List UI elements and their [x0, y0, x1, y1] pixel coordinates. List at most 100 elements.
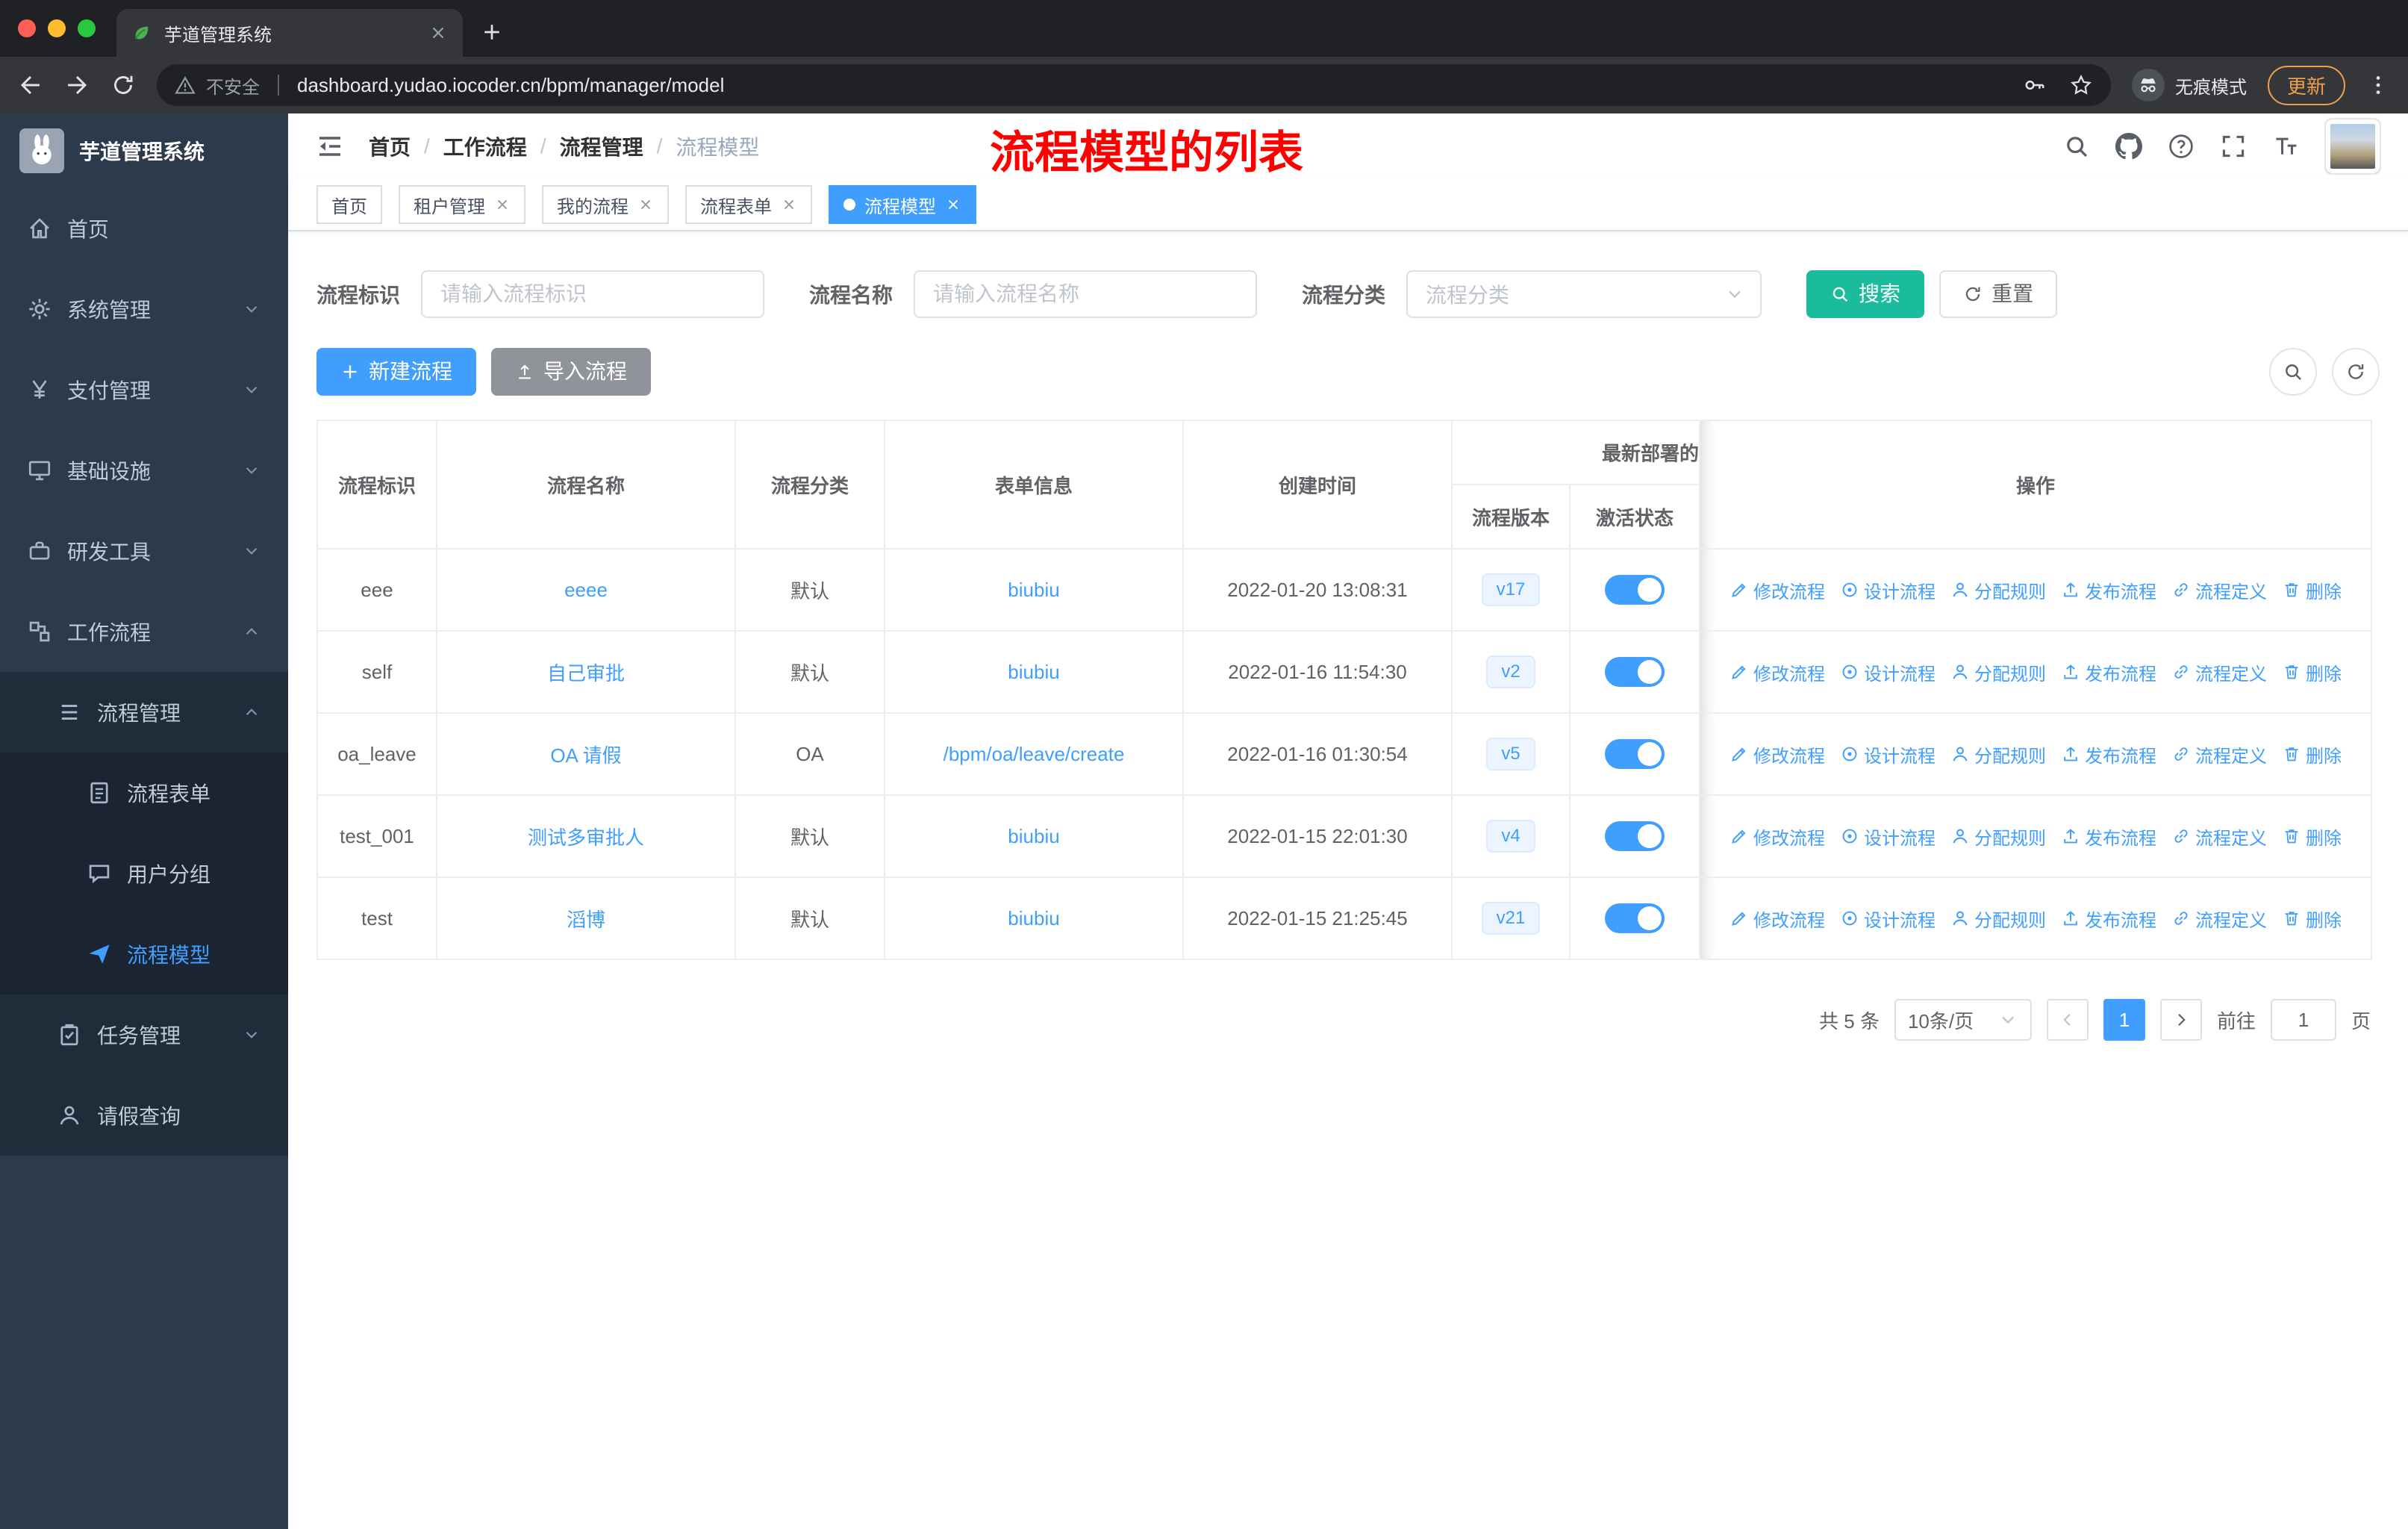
new-tab-button[interactable]: [481, 21, 503, 43]
close-icon[interactable]: [494, 196, 511, 213]
goto-page-input[interactable]: [2270, 999, 2336, 1041]
reset-button[interactable]: 重置: [1939, 270, 2058, 318]
page-size-select[interactable]: 10条/页: [1894, 999, 2032, 1041]
assign-rule-link[interactable]: 分配规则: [1950, 741, 2046, 767]
url-bar[interactable]: 不安全 dashboard.yudao.iocoder.cn/bpm/manag…: [157, 64, 2111, 106]
delete-link[interactable]: 删除: [2282, 659, 2342, 685]
modify-process-link[interactable]: 修改流程: [1729, 906, 1825, 932]
modify-process-link[interactable]: 修改流程: [1729, 577, 1825, 603]
github-icon[interactable]: [2115, 133, 2142, 160]
sidebar-item-payment-mgmt[interactable]: 支付管理: [0, 349, 288, 430]
active-status-toggle[interactable]: [1605, 821, 1665, 851]
active-status-toggle[interactable]: [1605, 903, 1665, 933]
design-process-link[interactable]: 设计流程: [1840, 741, 1936, 767]
publish-process-link[interactable]: 发布流程: [2061, 741, 2156, 767]
breadcrumb-workflow[interactable]: 工作流程: [443, 131, 527, 161]
form-info-link[interactable]: biubiu: [1008, 825, 1059, 847]
toggle-search-button[interactable]: [2269, 348, 2317, 396]
window-minimize-button[interactable]: [48, 19, 66, 37]
sidebar-item-process-mgmt[interactable]: 流程管理: [0, 672, 288, 753]
process-category-select[interactable]: 流程分类: [1406, 270, 1762, 318]
delete-link[interactable]: 删除: [2282, 741, 2342, 767]
browser-tab[interactable]: 芋道管理系统: [116, 9, 463, 57]
process-name-link[interactable]: eeee: [564, 579, 608, 601]
refresh-table-button[interactable]: [2332, 348, 2380, 396]
process-name-link[interactable]: 测试多审批人: [528, 826, 644, 849]
process-id-input[interactable]: [421, 270, 765, 318]
publish-process-link[interactable]: 发布流程: [2061, 906, 2156, 932]
design-process-link[interactable]: 设计流程: [1840, 823, 1936, 850]
sidebar-item-process-form[interactable]: 流程表单: [0, 753, 288, 833]
help-icon[interactable]: [2168, 133, 2195, 160]
search-button[interactable]: 搜索: [1806, 270, 1925, 318]
fullscreen-icon[interactable]: [2220, 133, 2247, 160]
user-avatar[interactable]: [2324, 118, 2381, 175]
close-icon[interactable]: [781, 196, 797, 213]
assign-rule-link[interactable]: 分配规则: [1950, 823, 2046, 850]
assign-rule-link[interactable]: 分配规则: [1950, 906, 2046, 932]
design-process-link[interactable]: 设计流程: [1840, 577, 1936, 603]
form-info-link[interactable]: /bpm/oa/leave/create: [943, 743, 1125, 765]
sidebar-item-task-mgmt[interactable]: 任务管理: [0, 994, 288, 1075]
tag-my-process[interactable]: 我的流程: [542, 185, 669, 224]
font-size-icon[interactable]: [2272, 133, 2299, 160]
sidebar-item-infrastructure[interactable]: 基础设施: [0, 430, 288, 511]
sidebar-item-user-group[interactable]: 用户分组: [0, 833, 288, 914]
sidebar-item-home[interactable]: 首页: [0, 188, 288, 269]
active-status-toggle[interactable]: [1605, 739, 1665, 769]
modify-process-link[interactable]: 修改流程: [1729, 823, 1825, 850]
tag-process-model[interactable]: 流程模型: [829, 185, 976, 224]
sidebar-item-leave-query[interactable]: 请假查询: [0, 1075, 288, 1156]
form-info-link[interactable]: biubiu: [1008, 579, 1059, 601]
browser-update-button[interactable]: 更新: [2267, 65, 2345, 105]
assign-rule-link[interactable]: 分配规则: [1950, 577, 2046, 603]
process-definition-link[interactable]: 流程定义: [2171, 741, 2267, 767]
page-1-button[interactable]: 1: [2103, 999, 2145, 1041]
tag-process-form[interactable]: 流程表单: [685, 185, 812, 224]
active-status-toggle[interactable]: [1605, 575, 1665, 605]
sidebar-fold-icon[interactable]: [315, 131, 345, 161]
process-definition-link[interactable]: 流程定义: [2171, 577, 2267, 603]
create-process-button[interactable]: 新建流程: [316, 348, 477, 396]
tag-home[interactable]: 首页: [316, 185, 382, 224]
browser-menu-icon[interactable]: [2366, 73, 2390, 97]
search-icon[interactable]: [2063, 133, 2090, 160]
not-secure-icon[interactable]: [175, 75, 196, 96]
breadcrumb-process-mgmt[interactable]: 流程管理: [560, 131, 643, 161]
breadcrumb-home[interactable]: 首页: [369, 131, 411, 161]
sidebar-item-system-mgmt[interactable]: 系统管理: [0, 269, 288, 349]
publish-process-link[interactable]: 发布流程: [2061, 659, 2156, 685]
forward-icon[interactable]: [64, 72, 90, 98]
reload-icon[interactable]: [110, 72, 136, 98]
delete-link[interactable]: 删除: [2282, 823, 2342, 850]
sidebar-item-dev-tools[interactable]: 研发工具: [0, 511, 288, 591]
back-icon[interactable]: [18, 72, 43, 98]
sidebar-item-workflow[interactable]: 工作流程: [0, 591, 288, 672]
prev-page-button[interactable]: [2046, 999, 2089, 1041]
assign-rule-link[interactable]: 分配规则: [1950, 659, 2046, 685]
bookmark-star-icon[interactable]: [2069, 73, 2093, 97]
close-icon[interactable]: [945, 196, 961, 213]
process-name-link[interactable]: OA 请假: [550, 744, 621, 767]
key-icon[interactable]: [2023, 73, 2047, 97]
tag-tenant-mgmt[interactable]: 租户管理: [399, 185, 525, 224]
modify-process-link[interactable]: 修改流程: [1729, 741, 1825, 767]
close-icon[interactable]: [637, 196, 654, 213]
next-page-button[interactable]: [2159, 999, 2202, 1041]
design-process-link[interactable]: 设计流程: [1840, 906, 1936, 932]
window-maximize-button[interactable]: [78, 19, 96, 37]
process-definition-link[interactable]: 流程定义: [2171, 659, 2267, 685]
publish-process-link[interactable]: 发布流程: [2061, 823, 2156, 850]
process-definition-link[interactable]: 流程定义: [2171, 823, 2267, 850]
delete-link[interactable]: 删除: [2282, 906, 2342, 932]
publish-process-link[interactable]: 发布流程: [2061, 577, 2156, 603]
form-info-link[interactable]: biubiu: [1008, 907, 1059, 929]
process-name-link[interactable]: 自己审批: [547, 662, 625, 685]
form-info-link[interactable]: biubiu: [1008, 661, 1059, 683]
design-process-link[interactable]: 设计流程: [1840, 659, 1936, 685]
tab-close-icon[interactable]: [428, 23, 448, 43]
sidebar-item-process-model[interactable]: 流程模型: [0, 914, 288, 994]
active-status-toggle[interactable]: [1605, 657, 1665, 687]
process-name-input[interactable]: [914, 270, 1258, 318]
process-name-link[interactable]: 滔博: [567, 909, 605, 931]
